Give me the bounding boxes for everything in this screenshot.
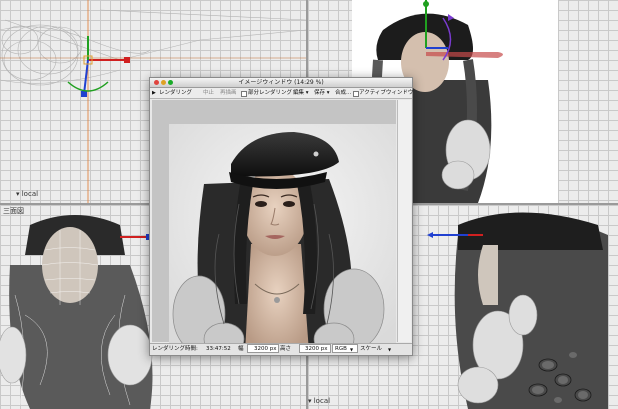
window-title: イメージウィンドウ (14:29 %)	[238, 79, 324, 86]
partial-rendering-label: 部分レンダリング	[248, 90, 293, 96]
play-icon[interactable]: ▶	[152, 88, 156, 98]
width-label: 幅	[238, 346, 244, 352]
render-status-bar: レンダリング時間: 33:47:52 幅 3200 px 高さ 3200 px …	[150, 343, 412, 355]
color-mode-value: RGB	[335, 346, 347, 352]
rendered-image	[169, 124, 396, 352]
render-time-value: 33:47:52	[206, 346, 231, 352]
rendering-button[interactable]: レンダリング	[159, 88, 192, 98]
width-value: 3200 px	[254, 346, 277, 352]
redraw-button[interactable]: 再描画	[220, 88, 237, 98]
height-value: 3200 px	[305, 346, 328, 352]
vertical-scrollbar[interactable]	[397, 100, 411, 342]
viewport-label: 三面図	[3, 207, 24, 215]
edit-menu[interactable]: 編集 ▾	[293, 88, 309, 98]
axis-gizmo[interactable]	[60, 30, 140, 100]
chevron-down-icon[interactable]: ▼	[388, 344, 391, 355]
render-canvas[interactable]	[152, 100, 396, 352]
active-window-label: アクティブウィンドウ	[359, 90, 414, 96]
height-label: 高さ	[280, 346, 292, 352]
window-titlebar[interactable]: イメージウィンドウ (14:29 %)	[150, 78, 412, 88]
composite-button[interactable]: 合成...	[335, 88, 351, 98]
render-window-toolbar: ▶ レンダリング 中止 再描画 部分レンダリング 編集 ▾ 保存 ▾ 合成...…	[150, 88, 414, 99]
chevron-down-icon[interactable]: ▼	[350, 344, 353, 355]
render-time-label: レンダリング時間:	[152, 346, 198, 352]
save-menu[interactable]: 保存 ▾	[314, 88, 330, 98]
scale-label: スケール	[360, 346, 383, 352]
viewport-label: ▾ local	[16, 190, 39, 198]
stop-button[interactable]: 中止	[203, 88, 214, 98]
partial-rendering-checkbox[interactable]	[241, 91, 247, 97]
render-image-window[interactable]: イメージウィンドウ (14:29 %) ▶ レンダリング 中止 再描画 部分レン…	[149, 77, 413, 356]
rendered-portrait	[169, 124, 396, 352]
viewport-label: ▾ local	[308, 397, 331, 405]
